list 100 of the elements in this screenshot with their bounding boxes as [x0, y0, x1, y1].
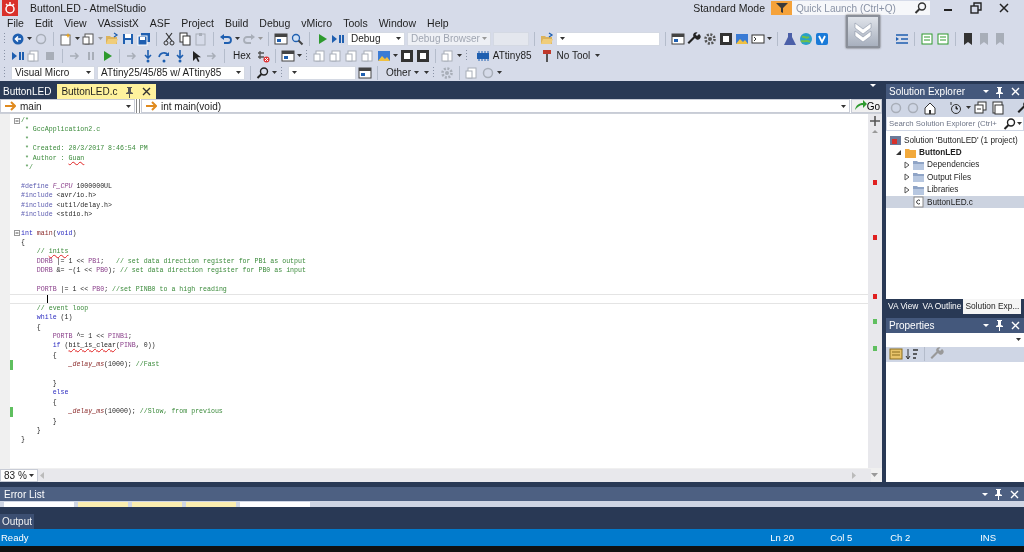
board-icon[interactable]	[415, 48, 430, 63]
open-folder-icon[interactable]	[105, 31, 119, 46]
member-dropdown[interactable]: int main(void)	[141, 99, 850, 113]
split-icon[interactable]	[869, 115, 881, 127]
caret-icon[interactable]	[497, 71, 502, 74]
collapse-all-icon[interactable]	[974, 100, 988, 115]
caret-icon[interactable]	[1017, 122, 1022, 125]
pin-icon[interactable]	[994, 319, 1005, 332]
filter-button[interactable]	[78, 502, 128, 508]
find-icon[interactable]	[290, 31, 304, 46]
caret-icon[interactable]	[767, 37, 772, 40]
caret-icon[interactable]	[236, 71, 241, 74]
caret-icon[interactable]	[983, 323, 989, 327]
zoom-dropdown[interactable]: 83 %	[0, 468, 38, 482]
go-button[interactable]: Go	[850, 99, 882, 113]
menu-item[interactable]: VAssistX	[92, 16, 145, 30]
close-icon[interactable]	[1010, 319, 1021, 331]
menu-item[interactable]: Project	[176, 16, 220, 30]
menu-item[interactable]: vMicro	[296, 16, 339, 30]
board-dropdown[interactable]: ATtiny25/45/85 w/ ATtiny85	[97, 65, 245, 80]
chip-icon[interactable]	[475, 48, 490, 63]
bookmark-icon[interactable]	[961, 31, 975, 46]
hex-toggle-icon[interactable]	[255, 48, 270, 63]
expanded-icon[interactable]	[894, 148, 902, 157]
show-files-icon[interactable]	[991, 100, 1005, 115]
caret-icon[interactable]	[75, 37, 80, 40]
panel-tab[interactable]: VA View	[886, 298, 921, 314]
menu-item[interactable]: File	[2, 16, 30, 30]
document-tab[interactable]: ButtonLED	[0, 84, 58, 99]
breakpoint-window-icon[interactable]	[280, 48, 295, 63]
flask-icon[interactable]	[783, 31, 797, 46]
menu-item[interactable]: Edit	[29, 16, 59, 30]
caret-icon[interactable]	[235, 37, 240, 40]
copy-icon[interactable]	[178, 31, 192, 46]
pin-icon[interactable]	[993, 488, 1004, 501]
tree-item[interactable]: Libraries	[886, 183, 1024, 196]
close-icon[interactable]	[998, 2, 1010, 14]
back-icon[interactable]	[11, 31, 25, 46]
restore-icon[interactable]	[970, 2, 982, 14]
board-icon[interactable]	[399, 48, 414, 63]
search-icon[interactable]	[256, 65, 270, 80]
close-icon[interactable]	[1009, 488, 1020, 500]
caret-icon[interactable]	[840, 104, 846, 108]
gear-icon[interactable]	[703, 31, 717, 46]
caret-icon[interactable]	[292, 71, 297, 74]
step-into-icon[interactable]	[141, 48, 155, 63]
hex-button[interactable]: Hex	[230, 48, 254, 63]
tree-item[interactable]: Dependencies	[886, 158, 1024, 172]
filter-button[interactable]	[132, 502, 182, 508]
caret-icon[interactable]	[966, 106, 971, 109]
save-all-icon[interactable]	[137, 31, 151, 46]
tree-item[interactable]: Solution 'ButtonLED' (1 project)	[886, 134, 1024, 147]
ide-dropdown[interactable]: Visual Micro	[11, 65, 95, 80]
tree-item[interactable]: Output Files	[886, 171, 1024, 184]
indent-icon[interactable]	[895, 31, 909, 46]
menu-item[interactable]: View	[59, 16, 93, 30]
search-icon[interactable]	[1003, 116, 1017, 131]
scope-dropdown[interactable]: main	[0, 99, 135, 113]
serial-monitor-icon[interactable]	[358, 65, 372, 80]
cut-icon[interactable]	[162, 31, 176, 46]
caret-icon[interactable]	[982, 492, 988, 496]
caret-icon[interactable]	[29, 473, 34, 477]
caret-icon[interactable]	[870, 84, 876, 87]
menu-item[interactable]: Build	[219, 16, 255, 30]
document-tab[interactable]: ButtonLED.c	[57, 84, 156, 99]
device-button[interactable]: ATtiny85	[472, 48, 535, 63]
collapse-icon[interactable]	[14, 230, 20, 237]
home-icon[interactable]	[923, 100, 937, 115]
search-icon[interactable]	[914, 1, 928, 15]
undo-icon[interactable]	[219, 31, 233, 46]
terminal-icon[interactable]	[751, 31, 765, 46]
tool-button[interactable]: No Tool	[536, 48, 594, 63]
caret-icon[interactable]	[595, 54, 601, 57]
caret-icon[interactable]	[1016, 338, 1021, 342]
add-file-icon[interactable]	[82, 31, 96, 46]
save-icon[interactable]	[121, 31, 135, 46]
close-icon[interactable]	[140, 86, 152, 97]
tree-item[interactable]: ButtonLED	[886, 146, 1024, 159]
caret-icon[interactable]	[272, 71, 277, 74]
open-folder-icon[interactable]	[540, 31, 554, 46]
chevron-button[interactable]	[846, 15, 880, 48]
wrench-icon[interactable]	[687, 31, 701, 46]
tree-item[interactable]: ButtonLED.c	[886, 195, 1024, 209]
caret-icon[interactable]	[456, 54, 462, 57]
pin-icon[interactable]	[123, 85, 135, 98]
board-icon[interactable]	[719, 31, 733, 46]
history-icon[interactable]	[949, 100, 963, 115]
menu-item[interactable]: ASF	[144, 16, 177, 30]
caret-icon[interactable]	[126, 104, 131, 108]
menu-item[interactable]: Window	[373, 16, 423, 30]
collapse-icon[interactable]	[14, 117, 20, 124]
configuration-dropdown[interactable]: Debug	[347, 31, 405, 46]
menu-item[interactable]: Debug	[254, 16, 297, 30]
menu-item[interactable]: Tools	[338, 16, 374, 30]
caret-icon[interactable]	[560, 37, 565, 40]
arrow-icon[interactable]	[4, 99, 16, 113]
filter-button[interactable]	[186, 502, 236, 508]
quick-launch-field[interactable]: Quick Launch (Ctrl+Q)	[792, 1, 930, 15]
caret-icon[interactable]	[392, 54, 398, 57]
badge-icon[interactable]	[815, 31, 829, 46]
